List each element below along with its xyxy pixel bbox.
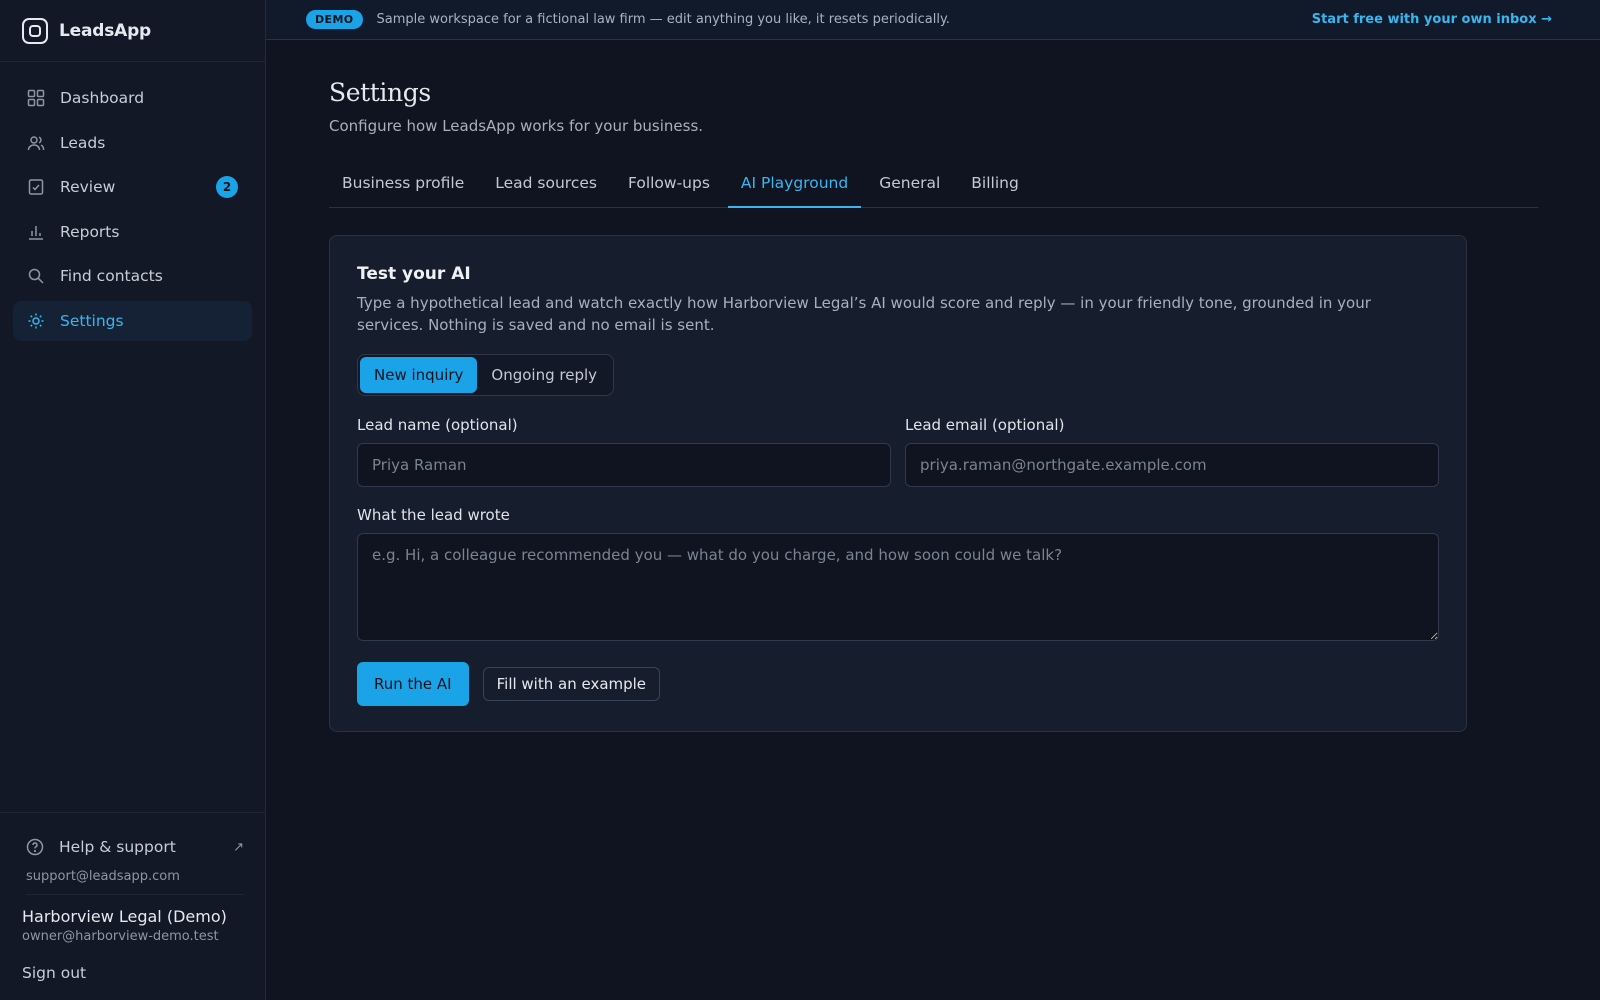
sidebar-item-reports[interactable]: Reports	[13, 212, 252, 252]
sign-out-button[interactable]: Sign out	[22, 964, 244, 982]
check-square-icon	[27, 178, 45, 196]
org-name: Harborview Legal (Demo)	[22, 907, 227, 926]
lead-email-label: Lead email (optional)	[905, 416, 1065, 434]
settings-tabs: Business profile Lead sources Follow-ups…	[329, 165, 1538, 208]
ongoing-reply-toggle[interactable]: Ongoing reply	[477, 357, 611, 393]
sidebar-item-label: Leads	[60, 133, 106, 152]
sidebar: LeadsApp Dashboard Leads Review 2 Report…	[0, 0, 266, 1000]
ai-playground-card: Test your AI Type a hypothetical lead an…	[329, 235, 1467, 732]
run-ai-button[interactable]: Run the AI	[357, 662, 469, 706]
users-icon	[27, 134, 45, 152]
sidebar-item-dashboard[interactable]: Dashboard	[13, 78, 252, 118]
sidebar-item-review[interactable]: Review 2	[13, 167, 252, 207]
card-actions: Run the AI Fill with an example	[357, 662, 1439, 706]
sidebar-item-label: Reports	[60, 222, 120, 241]
sidebar-item-label: Find contacts	[60, 267, 163, 285]
card-title: Test your AI	[357, 264, 471, 284]
bar-chart-icon	[27, 223, 45, 241]
lead-fields-row: Lead name (optional) Lead email (optiona…	[357, 416, 1439, 487]
review-count-badge: 2	[216, 176, 238, 198]
support-email: support@leadsapp.com	[26, 869, 244, 895]
tab-business-profile[interactable]: Business profile	[329, 165, 477, 208]
lead-name-group: Lead name (optional)	[357, 416, 891, 487]
sidebar-item-leads[interactable]: Leads	[13, 123, 252, 163]
tab-general[interactable]: General	[866, 165, 953, 208]
help-support-label: Help & support	[59, 838, 176, 856]
sidebar-item-label: Review	[60, 178, 116, 196]
page-subtitle: Configure how LeadsApp works for your bu…	[329, 117, 704, 135]
tab-lead-sources[interactable]: Lead sources	[482, 165, 610, 208]
sidebar-item-find-contacts[interactable]: Find contacts	[13, 256, 252, 296]
lead-email-input[interactable]	[905, 443, 1439, 487]
org-email: owner@harborview-demo.test	[22, 929, 219, 944]
external-link-icon: ↗	[233, 839, 244, 855]
lead-name-input[interactable]	[357, 443, 891, 487]
page-title: Settings	[329, 78, 431, 107]
lead-message-group: What the lead wrote	[357, 506, 1439, 645]
sidebar-nav: Dashboard Leads Review 2 Reports Find co…	[0, 62, 265, 341]
demo-badge: DEMO	[306, 10, 363, 29]
lead-name-label: Lead name (optional)	[357, 416, 518, 434]
tab-follow-ups[interactable]: Follow-ups	[615, 165, 723, 208]
mode-toggle: New inquiry Ongoing reply	[357, 354, 615, 396]
new-inquiry-toggle[interactable]: New inquiry	[360, 357, 478, 393]
brand[interactable]: LeadsApp	[0, 0, 265, 62]
sidebar-item-label: Settings	[60, 311, 124, 330]
main-content: Settings Configure how LeadsApp works fo…	[329, 40, 1538, 732]
sidebar-item-label: Dashboard	[60, 89, 145, 107]
app-name: LeadsApp	[59, 20, 152, 41]
demo-banner: DEMO Sample workspace for a fictional la…	[266, 0, 1600, 40]
leadsapp-logo-icon	[22, 17, 48, 44]
help-support-link[interactable]: Help & support ↗	[22, 833, 244, 861]
gear-icon	[27, 312, 45, 330]
lead-message-textarea[interactable]	[357, 533, 1439, 641]
lead-email-group: Lead email (optional)	[905, 416, 1439, 487]
help-circle-icon	[26, 838, 44, 856]
lead-message-label: What the lead wrote	[357, 506, 510, 524]
start-free-link[interactable]: Start free with your own inbox →	[1312, 12, 1552, 27]
grid-icon	[27, 89, 45, 107]
tab-ai-playground[interactable]: AI Playground	[727, 165, 862, 208]
demo-banner-text: Sample workspace for a fictional law fir…	[376, 12, 950, 27]
sidebar-footer: Help & support ↗ support@leadsapp.com Ha…	[0, 812, 266, 1000]
search-icon	[27, 267, 45, 285]
tab-billing[interactable]: Billing	[958, 165, 1032, 208]
sidebar-item-settings[interactable]: Settings	[13, 300, 252, 341]
fill-example-button[interactable]: Fill with an example	[482, 667, 661, 701]
card-description: Type a hypothetical lead and watch exact…	[357, 294, 1371, 334]
